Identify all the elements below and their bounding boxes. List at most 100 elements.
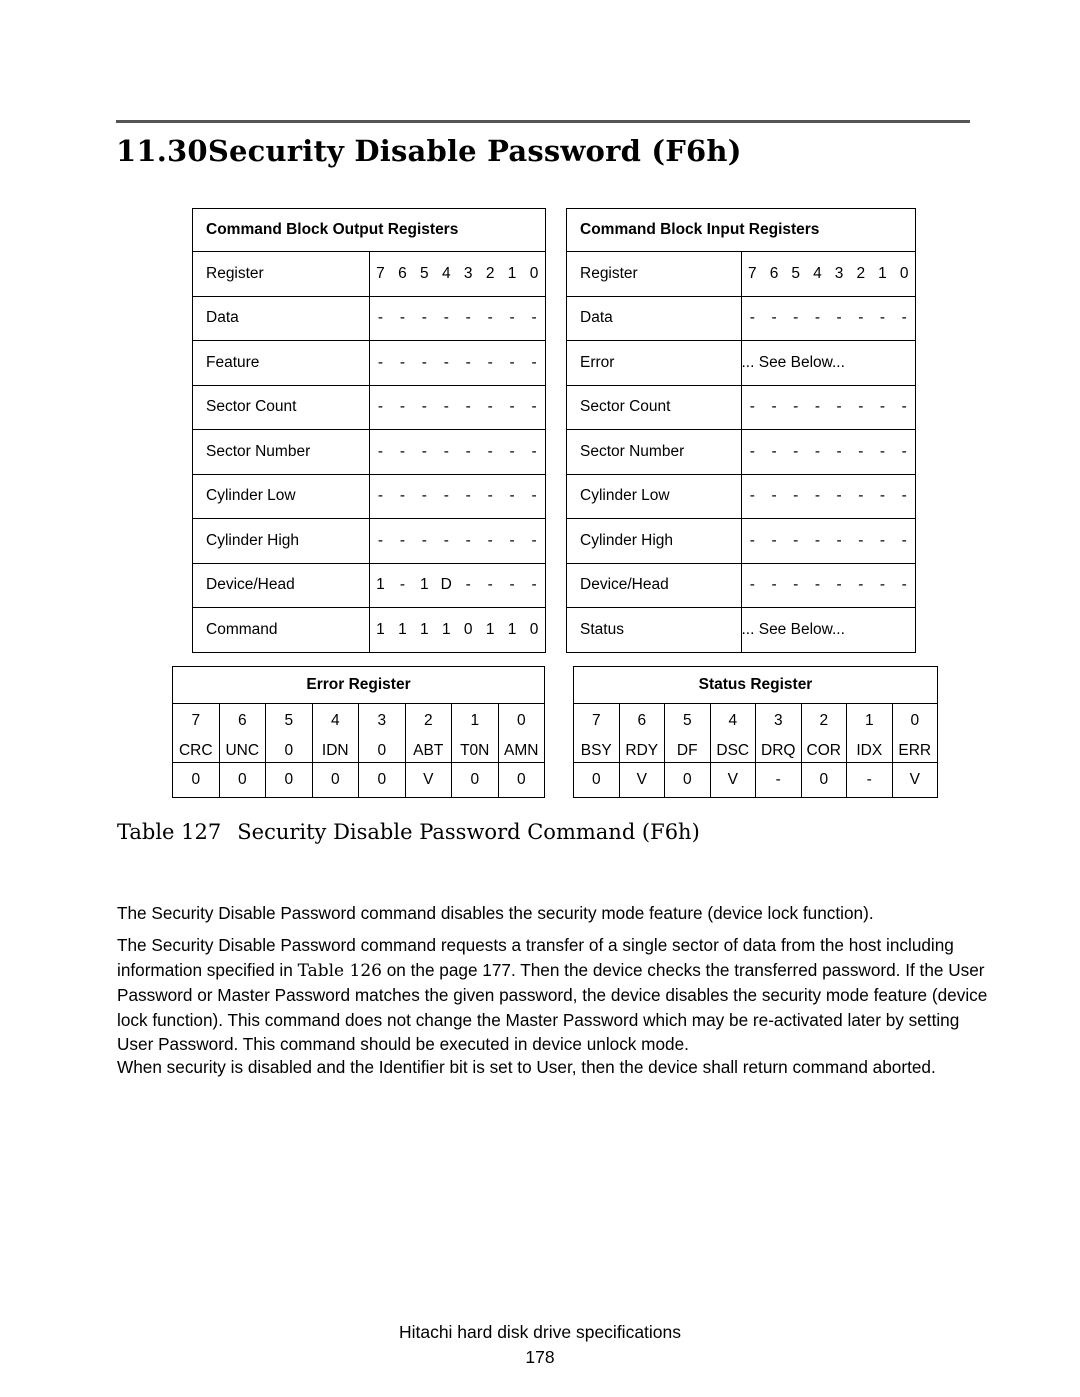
bit-number: 3 — [773, 712, 783, 729]
bit-value: - — [879, 487, 886, 505]
register-name: Feature — [192, 340, 370, 386]
bit-value: - — [901, 576, 907, 594]
bit-value: - — [858, 442, 864, 460]
table-row: Sector Count - - - - - - - - — [192, 384, 546, 430]
bit-number: 3 — [463, 264, 473, 282]
status-bit-value: V — [709, 762, 756, 798]
table-row: Register 7 6 5 4 3 2 1 0 — [566, 251, 916, 297]
register-bits: - - - - - - - - — [740, 562, 916, 608]
table-row: 7 CRC 6 UNC 5 0 4 IDN 3 0 2 ABT 1 T0N 0 … — [172, 703, 545, 763]
bits-row: - - - - - - - - — [742, 487, 916, 505]
bit-number: 4 — [441, 264, 451, 282]
table-row: Data - - - - - - - - — [566, 295, 916, 341]
bit-value: - — [465, 353, 471, 371]
bit-name: IDX — [856, 741, 883, 759]
bit-value: - — [771, 576, 777, 594]
register-name: Sector Number — [566, 429, 742, 475]
error-register-title: Error Register — [172, 666, 545, 704]
bit-value: - — [879, 309, 886, 327]
bit-value: - — [443, 531, 449, 549]
bit-number: 2 — [819, 712, 829, 729]
bit-name: 0 — [377, 741, 387, 759]
section-number: 11.30 — [116, 134, 208, 168]
bit-value: - — [836, 309, 842, 327]
bit-value: - — [399, 576, 405, 594]
bit-number: 0 — [516, 712, 526, 729]
bit-name: DF — [676, 741, 698, 759]
bit-value: - — [749, 487, 755, 505]
status-register-body: Status Register 7 BSY 6 RDY 5 DF 4 DSC 3… — [573, 666, 938, 798]
bit-value: - — [858, 576, 864, 594]
bit-value: - — [793, 309, 799, 327]
bit-value: - — [421, 309, 427, 327]
bit-value: - — [531, 487, 537, 505]
bit-value: 1 — [420, 576, 429, 594]
table-row: Error ... See Below... — [566, 340, 916, 386]
error-bit-cell: 1 T0N — [451, 703, 499, 763]
bit-value: D — [440, 576, 452, 594]
table-row: Command 1 1 1 1 0 1 1 0 — [192, 607, 546, 653]
input-registers-title: Command Block Input Registers — [566, 208, 916, 252]
bit-number: 6 — [769, 264, 779, 282]
status-bit-cell: 2 COR — [800, 703, 847, 763]
table-row: Cylinder High - - - - - - - - — [566, 518, 916, 564]
bits-row: 7 6 5 4 3 2 1 0 — [742, 265, 916, 283]
bit-value: 1 — [376, 620, 385, 638]
bit-value: - — [793, 442, 799, 460]
bit-value: - — [487, 353, 493, 371]
bit-value: - — [749, 398, 755, 416]
table-row: Error Register — [172, 666, 545, 704]
input-bit-header-label: Register — [566, 251, 742, 297]
bit-value: - — [399, 353, 405, 371]
bit-number: 5 — [284, 712, 294, 729]
bit-value: - — [901, 531, 907, 549]
table-row: 7 BSY 6 RDY 5 DF 4 DSC 3 DRQ 2 COR 1 IDX… — [573, 703, 938, 763]
error-bit-value: 0 — [265, 762, 313, 798]
bit-number: 0 — [910, 712, 920, 729]
bit-value: - — [399, 398, 405, 416]
status-bit-value: 0 — [664, 762, 711, 798]
status-register-table: Status Register 7 BSY 6 RDY 5 DF 4 DSC 3… — [573, 666, 938, 798]
status-bit-value: - — [846, 762, 893, 798]
output-registers-body: Command Block Output Registers Register … — [192, 208, 546, 653]
register-name: Cylinder Low — [566, 473, 742, 519]
page-footer: Hitachi hard disk drive specifications 1… — [0, 1320, 1080, 1370]
bit-value: - — [465, 487, 471, 505]
bit-value: - — [443, 442, 449, 460]
register-bits: - - - - - - - - — [740, 429, 916, 475]
bit-value: - — [836, 487, 842, 505]
bit-number: 5 — [791, 264, 801, 282]
register-bits: - - - - - - - - — [740, 473, 916, 519]
bit-value: - — [443, 487, 449, 505]
bit-value: - — [814, 487, 820, 505]
output-bit-numbers: 7 6 5 4 3 2 1 0 — [368, 251, 546, 297]
bit-value: - — [377, 309, 384, 327]
status-see-below: ... See Below... — [740, 607, 916, 653]
bit-name: CRC — [178, 741, 213, 759]
bit-value: - — [487, 309, 493, 327]
register-name: Data — [192, 295, 370, 341]
bit-value: - — [377, 398, 384, 416]
bit-value: - — [901, 398, 907, 416]
register-name: Device/Head — [566, 562, 742, 608]
bit-value: - — [509, 398, 515, 416]
error-bit-cell: 3 0 — [358, 703, 406, 763]
bit-value: - — [836, 531, 842, 549]
bit-value: - — [531, 442, 537, 460]
header-rule — [116, 120, 970, 123]
error-bit-value: V — [404, 762, 452, 798]
bit-number: 0 — [529, 264, 539, 282]
bit-value: - — [531, 353, 537, 371]
error-bit-value: 0 — [497, 762, 545, 798]
error-see-below: ... See Below... — [740, 340, 916, 386]
bit-value: - — [465, 309, 471, 327]
bit-value: - — [377, 531, 384, 549]
bit-value: - — [879, 531, 886, 549]
bit-value: - — [771, 398, 777, 416]
bit-number: 2 — [423, 712, 433, 729]
bit-value: - — [443, 353, 449, 371]
bit-value: - — [487, 487, 493, 505]
table-row: Command Block Output Registers — [192, 208, 546, 252]
bit-name: DRQ — [761, 741, 796, 759]
error-register-body: Error Register 7 CRC 6 UNC 5 0 4 IDN 3 0… — [172, 666, 545, 798]
